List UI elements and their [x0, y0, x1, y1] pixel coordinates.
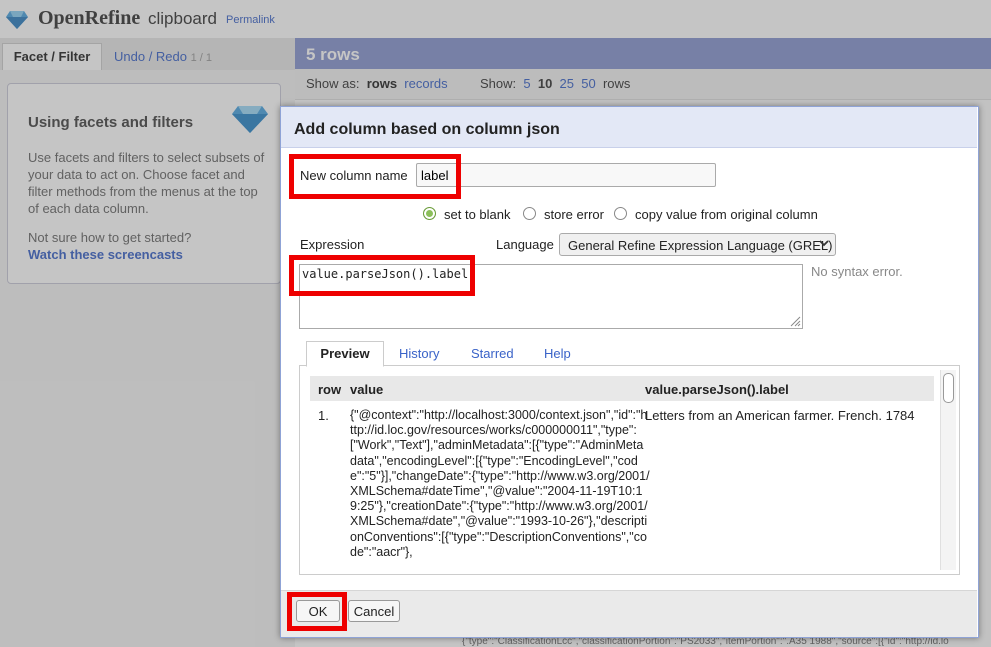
preview-row-number: 1. — [318, 408, 329, 423]
highlight-new-column-name — [289, 154, 461, 199]
tab-preview[interactable]: Preview — [306, 341, 384, 367]
preview-col-row: row — [318, 382, 342, 397]
cancel-button[interactable]: Cancel — [348, 600, 400, 622]
preview-col-value: value — [350, 382, 384, 397]
radio-store-error-label[interactable]: store error — [544, 207, 604, 222]
dialog-title: Add column based on column json — [294, 121, 560, 138]
preview-row-result: Letters from an American farmer. French.… — [645, 408, 915, 423]
language-select[interactable]: General Refine Expression Language (GREL… — [559, 233, 836, 256]
highlight-ok-button — [287, 592, 347, 631]
resize-handle-icon[interactable] — [789, 315, 801, 327]
new-column-name-input[interactable] — [416, 163, 716, 187]
radio-set-to-blank[interactable] — [423, 207, 436, 220]
tab-history[interactable]: History — [399, 346, 439, 361]
radio-set-to-blank-label[interactable]: set to blank — [444, 207, 511, 222]
radio-copy-value-label[interactable]: copy value from original column — [635, 207, 818, 222]
preview-table-header — [310, 376, 934, 401]
preview-scrollbar-thumb[interactable] — [943, 373, 954, 403]
tab-help[interactable]: Help — [544, 346, 571, 361]
syntax-status: No syntax error. — [811, 264, 903, 279]
radio-copy-value[interactable] — [614, 207, 627, 220]
preview-row-value: {"@context":"http://localhost:3000/conte… — [350, 408, 650, 559]
radio-store-error[interactable] — [523, 207, 536, 220]
chevron-down-icon — [819, 240, 829, 247]
preview-col-result: value.parseJson().label — [645, 382, 789, 397]
tab-starred[interactable]: Starred — [471, 346, 514, 361]
expression-label: Expression — [300, 237, 365, 252]
language-label: Language — [496, 237, 554, 252]
highlight-expression — [289, 255, 475, 296]
